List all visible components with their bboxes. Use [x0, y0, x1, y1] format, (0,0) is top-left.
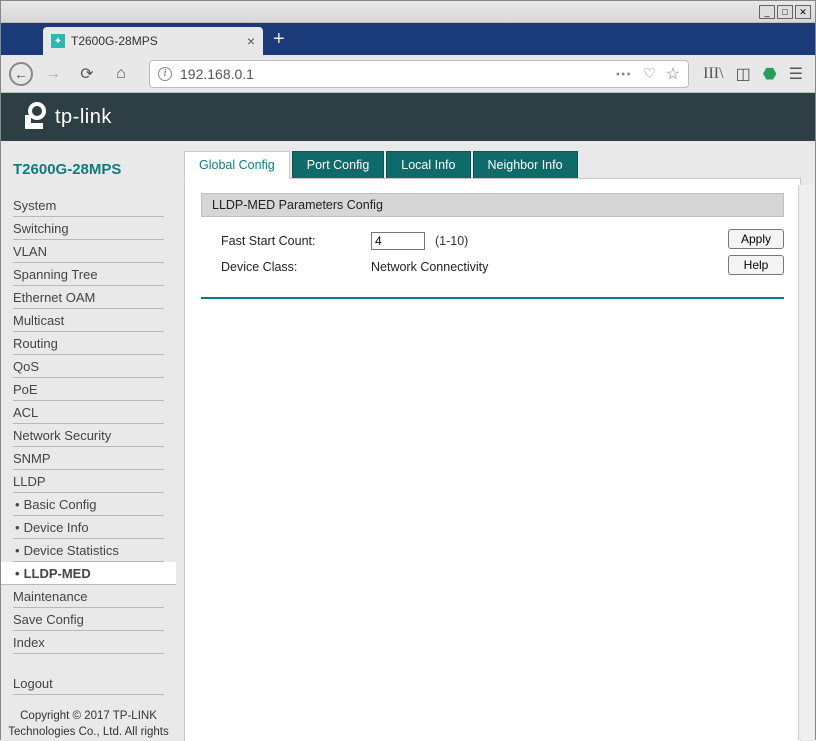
home-button[interactable]: ⌂ [107, 60, 135, 88]
nav-item-acl[interactable]: ACL [13, 401, 164, 424]
row-fast-start: Fast Start Count: (1-10) [221, 227, 714, 255]
nav-group-main: System Switching VLAN Spanning Tree Ethe… [1, 194, 176, 654]
nav-subitem-basic-config[interactable]: •Basic Config [13, 493, 164, 516]
browser-tabbar: ✦ T2600G-28MPS × + [1, 23, 815, 55]
nav-subitem-device-info[interactable]: •Device Info [13, 516, 164, 539]
help-button[interactable]: Help [728, 255, 784, 275]
close-icon[interactable]: × [247, 33, 255, 49]
page-header: tp-link [1, 93, 815, 141]
protection-shield-icon[interactable]: ⬣ [763, 64, 777, 84]
label-device-class: Device Class: [221, 260, 371, 274]
device-model: T2600G-28MPS [1, 153, 176, 194]
apply-button[interactable]: Apply [728, 229, 784, 249]
back-button[interactable]: ← [9, 62, 33, 86]
window-maximize-button[interactable]: □ [777, 5, 793, 19]
nav-item-switching[interactable]: Switching [13, 217, 164, 240]
copyright-text: Copyright © 2017 TP-LINK Technologies Co… [1, 695, 176, 741]
browser-tab[interactable]: ✦ T2600G-28MPS × [43, 27, 263, 55]
tab-port-config[interactable]: Port Config [292, 151, 385, 178]
page: tp-link T2600G-28MPS System Switching VL… [1, 93, 815, 741]
main-area: Global Config Port Config Local Info Nei… [176, 141, 815, 741]
library-icon[interactable]: III\ [703, 65, 723, 83]
nav-item-network-security[interactable]: Network Security [13, 424, 164, 447]
nav-item-qos[interactable]: QoS [13, 355, 164, 378]
nav-item-index[interactable]: Index [13, 631, 164, 654]
nav-subitem-device-statistics[interactable]: •Device Statistics [13, 539, 164, 562]
window-titlebar: _ □ ✕ [1, 1, 815, 23]
nav-item-multicast[interactable]: Multicast [13, 309, 164, 332]
sidebar-toggle-icon[interactable]: ◫ [736, 64, 751, 84]
nav-item-routing[interactable]: Routing [13, 332, 164, 355]
brand-logo: tp-link [19, 102, 112, 132]
nav-item-save-config[interactable]: Save Config [13, 608, 164, 631]
nav-subitem-lldp-med[interactable]: •LLDP-MED [1, 562, 176, 585]
url-text: 192.168.0.1 [180, 66, 254, 82]
tab-neighbor-info[interactable]: Neighbor Info [473, 151, 578, 178]
nav-item-vlan[interactable]: VLAN [13, 240, 164, 263]
value-device-class: Network Connectivity [371, 260, 488, 274]
browser-toolbar: ← → ⟳ ⌂ i 192.168.0.1 ⋯ ♡ ☆ III\ ◫ ⬣ ☰ [1, 55, 815, 93]
url-bar[interactable]: i 192.168.0.1 ⋯ ♡ ☆ [149, 60, 689, 88]
window-minimize-button[interactable]: _ [759, 5, 775, 19]
tplink-logo-icon [19, 102, 49, 132]
form-area: Fast Start Count: (1-10) Device Class: N… [201, 217, 784, 299]
tab-local-info[interactable]: Local Info [386, 151, 470, 178]
tab-favicon-icon: ✦ [51, 34, 65, 48]
content-panel: LLDP-MED Parameters Config Fast Start Co… [184, 179, 801, 741]
more-icon[interactable]: ⋯ [615, 64, 633, 84]
menu-icon[interactable]: ☰ [789, 64, 803, 84]
brand-text: tp-link [55, 106, 112, 129]
sidebar: T2600G-28MPS System Switching VLAN Spann… [1, 141, 176, 741]
input-fast-start[interactable] [371, 232, 425, 250]
nav-item-poe[interactable]: PoE [13, 378, 164, 401]
bookmark-star-icon[interactable]: ☆ [666, 64, 680, 84]
nav-item-lldp[interactable]: LLDP [13, 470, 164, 493]
window-close-button[interactable]: ✕ [795, 5, 811, 19]
nav-item-spanning-tree[interactable]: Spanning Tree [13, 263, 164, 286]
content-tabs: Global Config Port Config Local Info Nei… [184, 151, 801, 179]
vertical-scrollbar[interactable] [798, 185, 814, 740]
nav-item-ethernet-oam[interactable]: Ethernet OAM [13, 286, 164, 309]
section-title: LLDP-MED Parameters Config [201, 193, 784, 217]
label-fast-start: Fast Start Count: [221, 234, 371, 248]
site-info-icon[interactable]: i [158, 67, 172, 81]
nav-item-maintenance[interactable]: Maintenance [13, 585, 164, 608]
tab-global-config[interactable]: Global Config [184, 151, 290, 179]
nav-item-snmp[interactable]: SNMP [13, 447, 164, 470]
forward-button[interactable]: → [39, 60, 67, 88]
hint-fast-start: (1-10) [435, 234, 468, 248]
tab-title: T2600G-28MPS [71, 34, 158, 48]
nav-item-system[interactable]: System [13, 194, 164, 217]
reload-button[interactable]: ⟳ [73, 60, 101, 88]
new-tab-button[interactable]: + [263, 28, 295, 55]
row-device-class: Device Class: Network Connectivity [221, 255, 714, 279]
shield-down-icon[interactable]: ♡ [643, 65, 656, 82]
nav-item-logout[interactable]: Logout [13, 672, 164, 695]
